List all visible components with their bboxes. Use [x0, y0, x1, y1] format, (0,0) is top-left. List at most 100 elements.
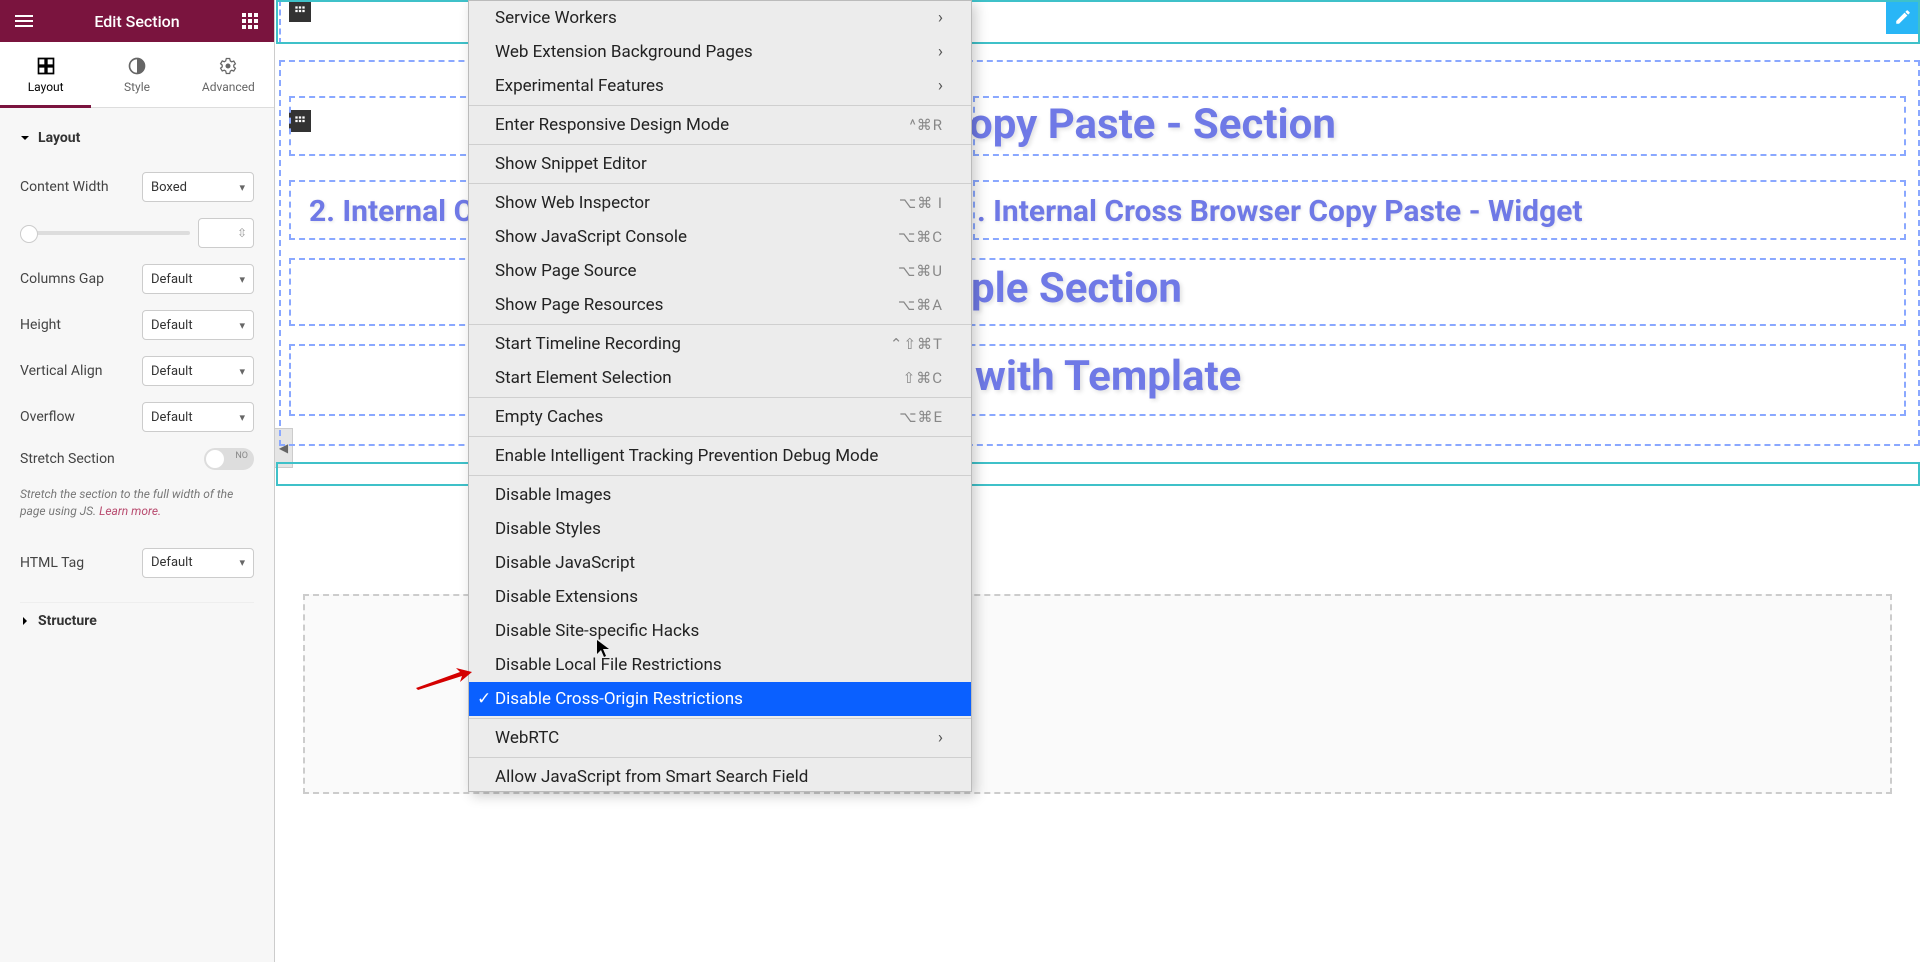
vertical-align-select[interactable]: Default▾	[142, 356, 254, 386]
menu-item-label: Empty Caches	[495, 407, 603, 427]
hamburger-icon[interactable]	[12, 9, 36, 33]
heading-widget[interactable]: opy Paste - Section	[969, 100, 1336, 149]
menu-item[interactable]: Empty Caches ⌥⌘E	[469, 400, 971, 434]
content-width-select[interactable]: Boxed ▾	[142, 172, 254, 202]
tab-style[interactable]: Style	[91, 42, 182, 107]
menu-item[interactable]: Disable Cross-Origin Restrictions	[469, 682, 971, 716]
overflow-select[interactable]: Default▾	[142, 402, 254, 432]
menu-item-label: Show Snippet Editor	[495, 154, 647, 174]
section-label: Layout	[38, 130, 80, 146]
height-select[interactable]: Default▾	[142, 310, 254, 340]
field-html-tag: HTML Tag Default▾	[20, 548, 254, 578]
menu-item-label: Disable Cross-Origin Restrictions	[495, 689, 743, 709]
label: Overflow	[20, 409, 75, 425]
menu-separator	[469, 183, 971, 184]
menu-item[interactable]: Show Page Source⌥⌘U	[469, 254, 971, 288]
menu-item[interactable]: Disable Site-specific Hacks	[469, 614, 971, 648]
select-value: Default	[151, 555, 193, 570]
width-slider[interactable]	[20, 231, 190, 235]
menu-item[interactable]: Show JavaScript Console ⌥⌘C	[469, 220, 971, 254]
stretch-toggle[interactable]: NO	[204, 448, 254, 470]
heading-widget[interactable]: . Internal Cross Browser Copy Paste - Wi…	[977, 194, 1583, 229]
chevron-down-icon: ▾	[239, 556, 245, 569]
menu-item-label: Disable Site-specific Hacks	[495, 621, 699, 641]
menu-shortcut: ⌥⌘A	[898, 296, 943, 314]
menu-shortcut: ⌃⇧⌘T	[890, 335, 943, 353]
menu-separator	[469, 144, 971, 145]
field-stretch-section: Stretch Section NO	[20, 448, 254, 470]
tab-label: Advanced	[202, 80, 255, 94]
label: Vertical Align	[20, 363, 102, 379]
select-value: Boxed	[151, 180, 187, 195]
menu-shortcut: ⌥⌘C	[898, 228, 943, 246]
menu-item[interactable]: Service Workers ›	[469, 1, 971, 35]
menu-item[interactable]: Enable Intelligent Tracking Prevention D…	[469, 439, 971, 473]
menu-item[interactable]: Disable Extensions	[469, 580, 971, 614]
learn-more-link[interactable]: Learn more.	[99, 504, 161, 518]
heading-widget[interactable]: with Template	[975, 352, 1241, 401]
chevron-down-icon: ▾	[239, 181, 245, 194]
columns-gap-select[interactable]: Default ▾	[142, 264, 254, 294]
menu-item[interactable]: Start Element Selection ⇧⌘C	[469, 361, 971, 395]
chevron-right-icon: ›	[938, 42, 943, 62]
menu-item[interactable]: Show Snippet Editor	[469, 147, 971, 181]
menu-shortcut: ⌥⌘E	[899, 408, 943, 426]
field-vertical-align: Vertical Align Default▾	[20, 356, 254, 386]
menu-item[interactable]: Show Page Resources⌥⌘A	[469, 288, 971, 322]
menu-item[interactable]: Disable JavaScript	[469, 546, 971, 580]
menu-item[interactable]: Disable Images	[469, 478, 971, 512]
menu-item[interactable]: Start Timeline Recording⌃⇧⌘T	[469, 327, 971, 361]
menu-item-label: Disable Styles	[495, 519, 601, 539]
select-value: Default	[151, 272, 193, 287]
editor-panel: Edit Section Layout Style Advanced Layou…	[0, 0, 275, 962]
widgets-grid-icon[interactable]	[238, 9, 262, 33]
menu-item-label: Start Element Selection	[495, 368, 672, 388]
chevron-right-icon: ›	[938, 728, 943, 748]
section-structure-toggle[interactable]: Structure	[20, 602, 254, 639]
label: Columns Gap	[20, 271, 104, 287]
menu-separator	[469, 436, 971, 437]
menu-item[interactable]: Show Web Inspector⌥⌘ I	[469, 186, 971, 220]
menu-separator	[469, 475, 971, 476]
html-tag-select[interactable]: Default ▾	[142, 548, 254, 578]
menu-item-label: Enter Responsive Design Mode	[495, 115, 729, 135]
width-number-input[interactable]: ⇳	[198, 218, 254, 248]
select-value: Default	[151, 364, 193, 379]
tab-label: Style	[124, 80, 150, 94]
menu-shortcut: ⇧⌘C	[903, 369, 943, 387]
chevron-right-icon: ›	[938, 8, 943, 28]
menu-item[interactable]: Disable Local File Restrictions	[469, 648, 971, 682]
menu-item[interactable]: Enter Responsive Design Mode^⌘R	[469, 108, 971, 142]
panel-body: Layout Content Width Boxed ▾ ⇳ Columns Ga…	[0, 108, 274, 962]
menu-item[interactable]: Experimental Features›	[469, 69, 971, 103]
menu-item[interactable]: Allow JavaScript from Smart Search Field	[469, 760, 971, 791]
chevron-right-icon: ›	[938, 76, 943, 96]
menu-item-label: Disable Local File Restrictions	[495, 655, 722, 675]
menu-item[interactable]: Disable Styles	[469, 512, 971, 546]
menu-item-label: WebRTC	[495, 728, 559, 748]
field-width-slider: ⇳	[20, 218, 254, 248]
menu-item-label: Show Web Inspector	[495, 193, 650, 213]
tab-layout[interactable]: Layout	[0, 42, 91, 107]
heading-widget[interactable]: ple Section	[971, 264, 1182, 313]
menu-item-label: Web Extension Background Pages	[495, 42, 753, 62]
label: Content Width	[20, 179, 109, 195]
menu-item-label: Show JavaScript Console	[495, 227, 687, 247]
menu-scroll[interactable]: Service Workers›Web Extension Background…	[469, 1, 971, 791]
tab-advanced[interactable]: Advanced	[183, 42, 274, 107]
chevron-down-icon: ▾	[239, 273, 245, 286]
label: Height	[20, 317, 61, 333]
panel-header: Edit Section	[0, 0, 274, 42]
menu-item-label: Show Page Source	[495, 261, 636, 281]
section-label: Structure	[38, 613, 97, 629]
menu-item-label: Service Workers	[495, 8, 617, 28]
menu-separator	[469, 757, 971, 758]
menu-item[interactable]: WebRTC ›	[469, 721, 971, 755]
field-columns-gap: Columns Gap Default ▾	[20, 264, 254, 294]
menu-separator	[469, 324, 971, 325]
heading-widget[interactable]: 2. Internal Cr	[309, 194, 484, 229]
panel-title: Edit Section	[36, 12, 238, 31]
section-layout-toggle[interactable]: Layout	[20, 120, 254, 156]
tab-label: Layout	[28, 80, 64, 94]
menu-item[interactable]: Web Extension Background Pages ›	[469, 35, 971, 69]
